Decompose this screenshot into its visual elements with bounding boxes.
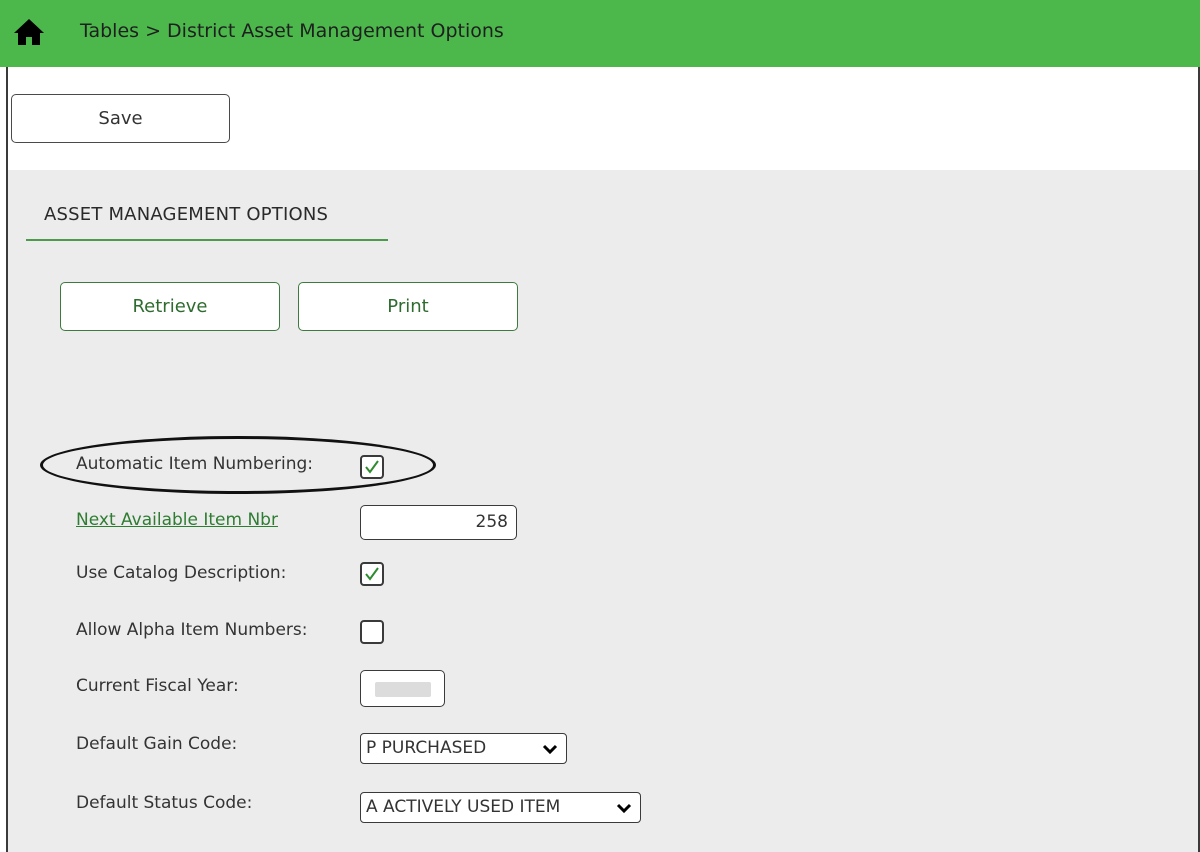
allow-alpha-label: Allow Alpha Item Numbers: <box>76 620 308 640</box>
gain-code-value: P PURCHASED <box>366 738 487 758</box>
home-icon[interactable] <box>13 17 45 47</box>
redacted-value <box>375 682 431 697</box>
use-catalog-checkbox[interactable] <box>360 562 384 586</box>
section-divider <box>26 239 388 241</box>
gain-code-select[interactable]: P PURCHASED <box>360 733 567 764</box>
gain-code-label: Default Gain Code: <box>76 734 238 754</box>
status-code-select[interactable]: A ACTIVELY USED ITEM <box>360 792 641 823</box>
status-code-value: A ACTIVELY USED ITEM <box>366 797 561 817</box>
fiscal-year-input[interactable] <box>360 670 445 707</box>
auto-numbering-checkbox[interactable] <box>360 455 384 479</box>
chevron-down-icon <box>616 803 632 814</box>
use-catalog-label: Use Catalog Description: <box>76 563 287 583</box>
fiscal-year-label: Current Fiscal Year: <box>76 676 239 696</box>
allow-alpha-checkbox[interactable] <box>360 620 384 644</box>
breadcrumb: Tables > District Asset Management Optio… <box>80 20 504 42</box>
checkmark-icon <box>365 460 379 474</box>
section-title: ASSET MANAGEMENT OPTIONS <box>44 204 329 225</box>
print-button[interactable]: Print <box>298 282 518 331</box>
checkmark-icon <box>365 567 379 581</box>
auto-numbering-label: Automatic Item Numbering: <box>76 454 313 474</box>
next-item-nbr-input[interactable]: 258 <box>360 505 517 540</box>
chevron-down-icon <box>542 744 558 755</box>
status-code-label: Default Status Code: <box>76 793 253 813</box>
save-button[interactable]: Save <box>11 94 230 143</box>
retrieve-button[interactable]: Retrieve <box>60 282 280 331</box>
page-header: Tables > District Asset Management Optio… <box>0 0 1200 67</box>
next-item-nbr-link[interactable]: Next Available Item Nbr <box>76 510 278 530</box>
